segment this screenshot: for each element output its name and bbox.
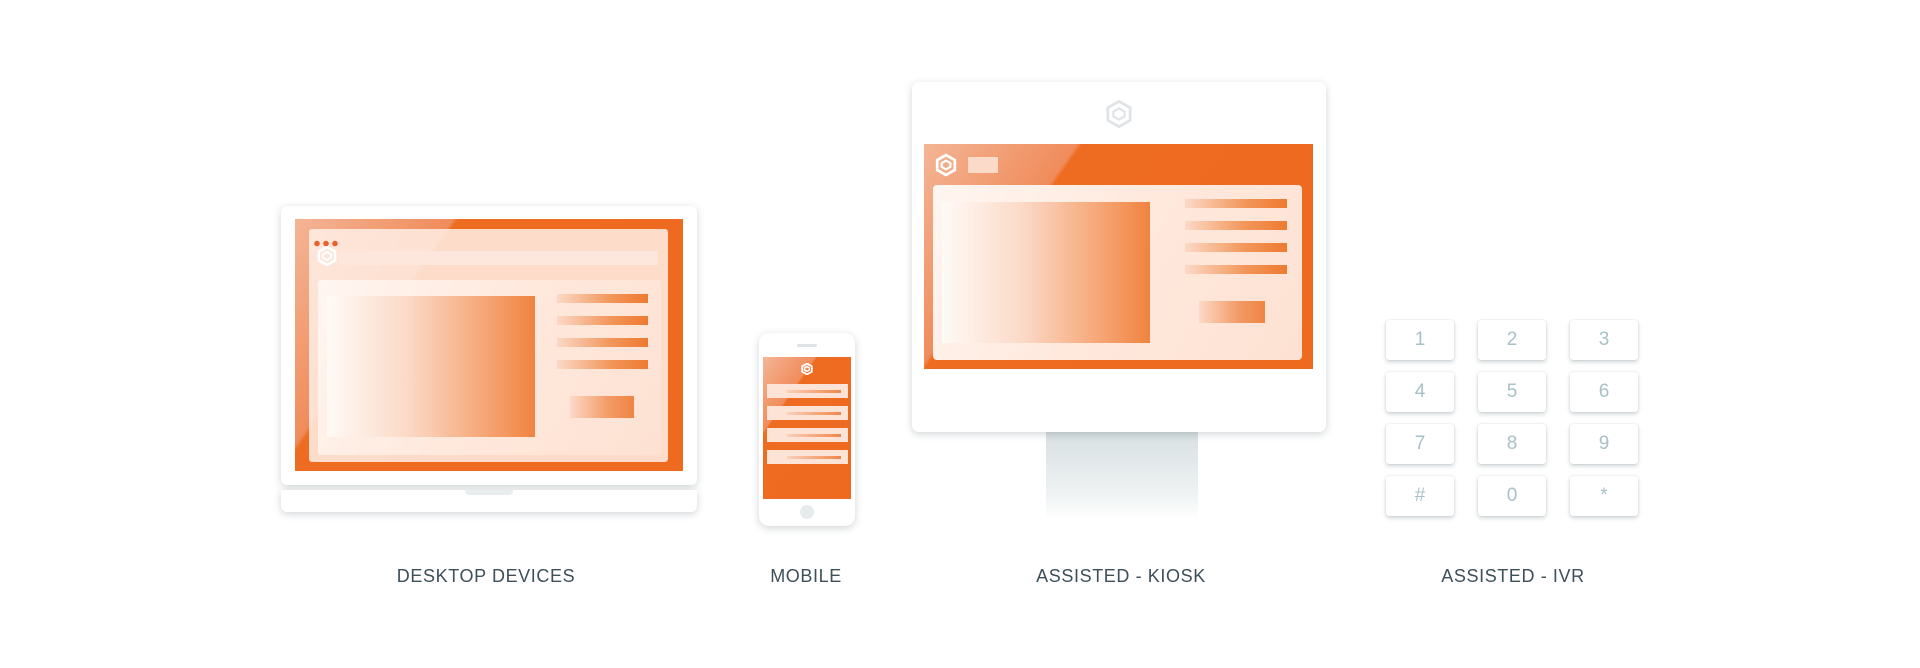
cta-button-placeholder	[1199, 301, 1265, 323]
keypad-key-8: 8	[1478, 424, 1546, 464]
keypad-key-5: 5	[1478, 372, 1546, 412]
desktop-devices-label: DESKTOP DEVICES	[396, 566, 576, 586]
keypad-key-9: 9	[1570, 424, 1638, 464]
text-line	[1185, 221, 1287, 230]
list-item	[767, 406, 848, 420]
keypad-key-star: *	[1570, 476, 1638, 516]
browser-window	[309, 229, 668, 462]
text-line	[1185, 243, 1287, 252]
laptop-hinge-notch	[465, 490, 513, 495]
keypad-key-0: 0	[1478, 476, 1546, 516]
text-line	[557, 316, 648, 325]
hexagon-logo-icon	[1105, 99, 1133, 134]
kiosk-content-card	[933, 185, 1302, 360]
hexagon-logo-icon	[935, 153, 957, 182]
keypad-key-1: 1	[1386, 320, 1454, 360]
mobile-device-illustration	[759, 333, 855, 526]
cta-button-placeholder	[570, 396, 634, 418]
keypad-key-6: 6	[1570, 372, 1638, 412]
home-button-icon	[800, 505, 814, 519]
desktop-device-illustration	[281, 206, 697, 516]
keypad-key-3: 3	[1570, 320, 1638, 360]
assisted-kiosk-label: ASSISTED - KIOSK	[1036, 566, 1206, 586]
laptop-screen	[295, 219, 683, 471]
text-line	[557, 360, 648, 369]
phone-screen	[763, 357, 851, 499]
list-item	[767, 428, 848, 442]
text-line	[557, 338, 648, 347]
text-line	[557, 294, 648, 303]
hexagon-logo-icon	[317, 245, 337, 271]
kiosk-screen	[924, 144, 1313, 369]
assisted-ivr-label: ASSISTED - IVR	[1441, 566, 1585, 586]
list-item	[767, 384, 848, 398]
phone-speaker	[797, 344, 817, 347]
keypad-key-4: 4	[1386, 372, 1454, 412]
keypad-key-7: 7	[1386, 424, 1454, 464]
hero-image-placeholder	[942, 202, 1150, 343]
keypad-key-hash: #	[1386, 476, 1454, 516]
address-bar	[339, 251, 658, 265]
hero-image-placeholder	[327, 296, 535, 437]
keypad-key-2: 2	[1478, 320, 1546, 360]
text-line	[1185, 265, 1287, 274]
text-line	[1185, 199, 1287, 208]
list-item	[767, 450, 848, 464]
header-title-placeholder	[968, 157, 998, 173]
kiosk-stand	[1046, 430, 1198, 520]
page-content-card	[318, 280, 661, 455]
mobile-label: MOBILE	[770, 566, 842, 586]
ivr-keypad: 1 2 3 4 5 6 7 8 9 # 0 *	[1386, 320, 1640, 520]
hexagon-logo-icon	[801, 362, 813, 380]
kiosk-device-illustration	[912, 82, 1326, 532]
